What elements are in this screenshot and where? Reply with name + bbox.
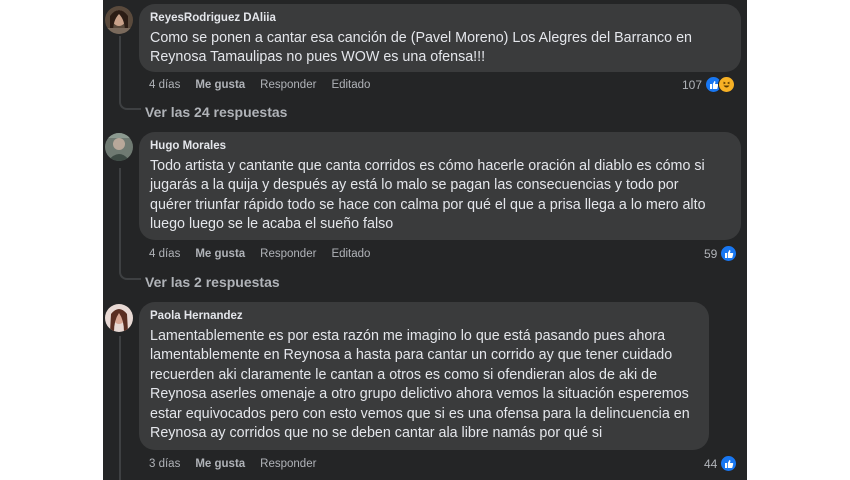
avatar[interactable] <box>105 6 133 34</box>
view-replies-link[interactable]: Ver las 2 respuestas <box>145 274 280 290</box>
thread-line <box>119 336 121 480</box>
comment-time[interactable]: 3 días <box>149 458 180 470</box>
comment-actions: 4 días Me gusta Responder Editado <box>149 247 385 261</box>
like-button[interactable]: Me gusta <box>195 458 245 470</box>
comment-text: Lamentablemente es por esta razón me ima… <box>150 328 690 442</box>
like-icon <box>720 455 738 472</box>
comment-author[interactable]: Paola Hernandez <box>150 309 697 324</box>
thread-connector <box>119 270 141 280</box>
comment-author[interactable]: Hugo Morales <box>150 139 729 154</box>
comment-author[interactable]: ReyesRodriguez DAliia <box>150 11 729 26</box>
like-button[interactable]: Me gusta <box>195 79 245 91</box>
comment-time[interactable]: 4 días <box>149 248 180 260</box>
haha-icon <box>718 76 736 93</box>
reply-button[interactable]: Responder <box>260 458 316 470</box>
reply-button[interactable]: Responder <box>260 248 316 260</box>
reply-button[interactable]: Responder <box>260 79 316 91</box>
reactions[interactable]: 44 <box>704 455 738 472</box>
thread-connector <box>119 100 141 110</box>
reaction-count: 44 <box>704 456 718 471</box>
thread-line <box>119 168 121 272</box>
reaction-count: 59 <box>704 246 718 261</box>
comment-text: Todo artista y cantante que canta corrid… <box>150 158 706 233</box>
reaction-count: 107 <box>682 77 703 92</box>
edited-label: Editado <box>331 248 371 260</box>
comment-actions: 3 días Me gusta Responder <box>149 457 331 471</box>
like-icon <box>720 245 738 262</box>
reactions[interactable]: 107 <box>682 76 736 93</box>
comment-text: Como se ponen a cantar esa canción de (P… <box>150 30 693 66</box>
comments-panel: ReyesRodriguez DAliia Como se ponen a ca… <box>103 0 747 480</box>
edited-label: Editado <box>331 79 371 91</box>
thread-line <box>119 36 121 102</box>
avatar[interactable] <box>105 133 133 161</box>
like-button[interactable]: Me gusta <box>195 248 245 260</box>
comment-time[interactable]: 4 días <box>149 79 180 91</box>
comment-bubble: Hugo Morales Todo artista y cantante que… <box>139 132 741 240</box>
reactions[interactable]: 59 <box>704 245 738 262</box>
comment-bubble: ReyesRodriguez DAliia Como se ponen a ca… <box>139 4 741 72</box>
comment-actions: 4 días Me gusta Responder Editado <box>149 78 385 92</box>
avatar[interactable] <box>105 304 133 332</box>
comment-bubble: Paola Hernandez Lamentablemente es por e… <box>139 302 709 450</box>
view-replies-link[interactable]: Ver las 24 respuestas <box>145 104 287 120</box>
